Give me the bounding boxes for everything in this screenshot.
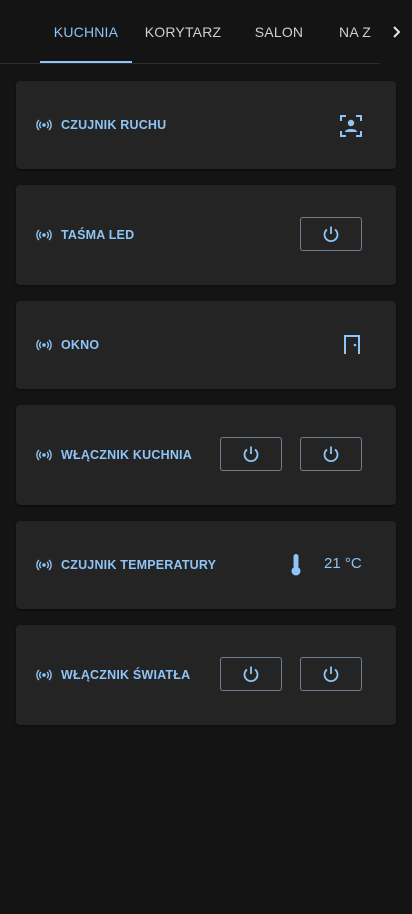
card-title: CZUJNIK TEMPERATURY (61, 558, 217, 572)
motion-sensor-icon (338, 113, 364, 139)
thermometer-icon (288, 553, 304, 577)
radio-signal-icon (36, 337, 52, 353)
tab-label: KUCHNIA (53, 24, 119, 40)
card-label: OKNO (36, 301, 99, 389)
radio-signal-icon (36, 447, 52, 463)
chevron-right-icon (393, 26, 401, 38)
card-label: CZUJNIK RUCHU (36, 81, 166, 169)
power-icon (243, 446, 259, 463)
light-switch-power-button-1[interactable] (220, 657, 282, 691)
power-icon (323, 446, 339, 463)
tab-scroll-next-button[interactable] (380, 0, 412, 64)
card-kitchen-switch: WŁĄCZNIK KUCHNIA (16, 405, 396, 505)
tab-salon[interactable]: SALON (244, 0, 314, 64)
kitchen-switch-power-button-1[interactable] (220, 437, 282, 471)
card-title: WŁĄCZNIK ŚWIATŁA (61, 668, 191, 682)
power-icon (323, 226, 339, 243)
card-label: WŁĄCZNIK ŚWIATŁA (36, 625, 190, 725)
radio-signal-icon (36, 117, 52, 133)
radio-signal-icon (36, 667, 52, 683)
card-title: CZUJNIK RUCHU (61, 118, 167, 132)
power-icon (323, 666, 339, 683)
kitchen-switch-power-button-2[interactable] (300, 437, 362, 471)
active-tab-indicator (40, 61, 132, 63)
card-temperature-sensor: CZUJNIK TEMPERATURY 21 °C (16, 521, 396, 609)
card-led-strip: TAŚMA LED (16, 185, 396, 285)
radio-signal-icon (36, 557, 52, 573)
radio-signal-icon (36, 227, 52, 243)
temperature-value: 21 °C (324, 555, 362, 572)
led-power-button[interactable] (300, 217, 362, 251)
tab-kuchnia[interactable]: KUCHNIA (40, 0, 132, 64)
tab-label: KORYTARZ (144, 24, 222, 40)
door-icon (340, 333, 364, 357)
card-label: CZUJNIK TEMPERATURY (36, 521, 216, 609)
tab-na-z[interactable]: NA Z (330, 0, 380, 64)
card-title: OKNO (61, 338, 100, 352)
card-label: TAŚMA LED (36, 185, 134, 285)
tab-korytarz[interactable]: KORYTARZ (140, 0, 226, 64)
card-title: WŁĄCZNIK KUCHNIA (61, 448, 192, 462)
card-label: WŁĄCZNIK KUCHNIA (36, 405, 192, 505)
card-motion-sensor: CZUJNIK RUCHU (16, 81, 396, 169)
card-window: OKNO (16, 301, 396, 389)
page: KUCHNIA KORYTARZ SALON NA Z CZUJNIK RUCH… (0, 0, 412, 914)
tab-label: SALON (254, 24, 304, 40)
light-switch-power-button-2[interactable] (300, 657, 362, 691)
tab-bar: KUCHNIA KORYTARZ SALON NA Z (0, 0, 412, 64)
card-light-switch: WŁĄCZNIK ŚWIATŁA (16, 625, 396, 725)
power-icon (243, 666, 259, 683)
tab-label: NA Z (339, 24, 371, 40)
card-title: TAŚMA LED (61, 228, 135, 242)
